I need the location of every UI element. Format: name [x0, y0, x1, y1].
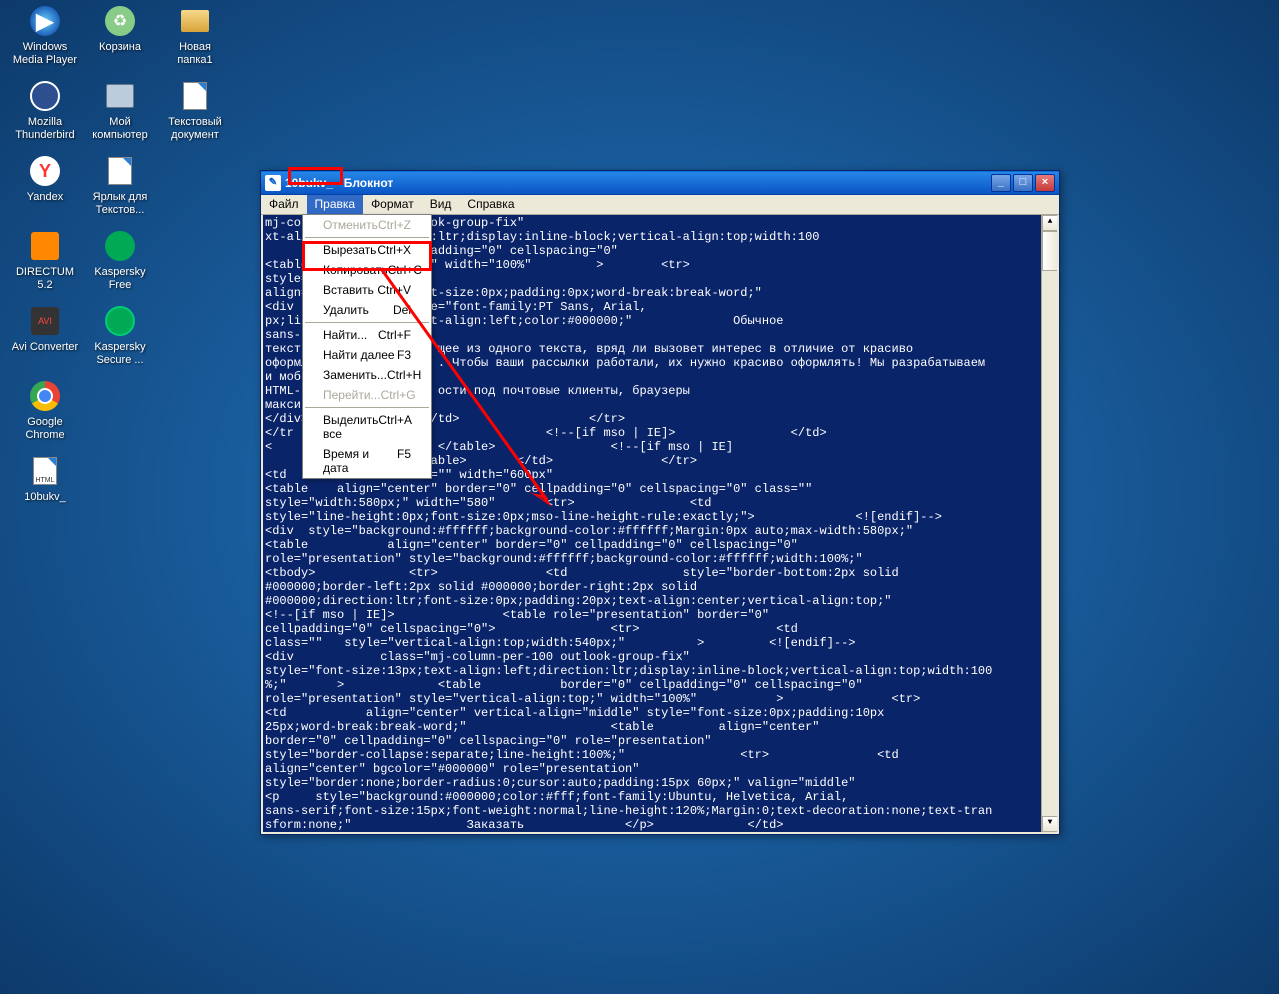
- delete-shortcut: Del: [393, 303, 411, 317]
- app-icon: [29, 80, 61, 112]
- find-next-label: Найти далее: [323, 348, 395, 362]
- app-icon: [104, 155, 136, 187]
- desktop-icon-ярлык-для-текстов-[interactable]: Ярлык для Текстов...: [85, 155, 155, 217]
- edit-select-all[interactable]: Выделить все Ctrl+A: [303, 410, 431, 444]
- edit-undo[interactable]: Отменить Ctrl+Z: [303, 215, 431, 235]
- icon-label: Мой компьютер: [85, 116, 155, 142]
- menu-view[interactable]: Вид: [422, 195, 460, 214]
- menu-separator: [305, 237, 429, 238]
- menu-help[interactable]: Справка: [459, 195, 522, 214]
- paste-shortcut: Ctrl+V: [377, 283, 411, 297]
- edit-cut[interactable]: Вырезать Ctrl+X: [303, 240, 431, 260]
- icon-label: Ярлык для Текстов...: [85, 191, 155, 217]
- app-icon: HTML: [29, 455, 61, 487]
- desktop-icon-текстовый-документ[interactable]: Текстовый документ: [160, 80, 230, 142]
- menu-format[interactable]: Формат: [363, 195, 422, 214]
- cut-shortcut: Ctrl+X: [377, 243, 411, 257]
- app-icon: ▶: [29, 5, 61, 37]
- copy-label: Копировать: [323, 263, 388, 277]
- app-icon: [29, 230, 61, 262]
- desktop-icon-avi-converter[interactable]: AVI Avi Converter: [10, 305, 80, 354]
- desktop-icon-kaspersky-free[interactable]: Kaspersky Free: [85, 230, 155, 292]
- desktop-icon-windows-media-player[interactable]: ▶ Windows Media Player: [10, 5, 80, 67]
- app-icon: AVI: [29, 305, 61, 337]
- minimize-button[interactable]: _: [991, 174, 1011, 192]
- icon-label: Google Chrome: [10, 416, 80, 442]
- cut-label: Вырезать: [323, 243, 376, 257]
- icon-label: Yandex: [10, 191, 80, 204]
- edit-paste[interactable]: Вставить Ctrl+V: [303, 280, 431, 300]
- scroll-down-button[interactable]: ▼: [1042, 816, 1057, 832]
- desktop-icon-google-chrome[interactable]: Google Chrome: [10, 380, 80, 442]
- edit-copy[interactable]: Копировать Ctrl+C: [303, 260, 431, 280]
- edit-replace[interactable]: Заменить... Ctrl+H: [303, 365, 431, 385]
- select-all-shortcut: Ctrl+A: [378, 413, 412, 441]
- icon-label: Корзина: [85, 41, 155, 54]
- app-icon: ♻: [104, 5, 136, 37]
- desktop-icon-directum-5-2[interactable]: DIRECTUM 5.2: [10, 230, 80, 292]
- delete-label: Удалить: [323, 303, 369, 317]
- app-icon: [104, 230, 136, 262]
- desktop-icon-новая-папка1[interactable]: Новая папка1: [160, 5, 230, 67]
- maximize-button[interactable]: □: [1013, 174, 1033, 192]
- app-icon: [104, 80, 136, 112]
- find-label: Найти...: [323, 328, 367, 342]
- app-icon: Y: [29, 155, 61, 187]
- desktop-icon-10bukv-[interactable]: HTML 10bukv_: [10, 455, 80, 504]
- edit-goto[interactable]: Перейти... Ctrl+G: [303, 385, 431, 405]
- menu-separator: [305, 407, 429, 408]
- desktop-icon-yandex[interactable]: Y Yandex: [10, 155, 80, 204]
- menubar: Файл Правка Формат Вид Справка Отменить …: [261, 195, 1059, 215]
- edit-delete[interactable]: Удалить Del: [303, 300, 431, 320]
- titlebar-buttons: _ □ ×: [991, 174, 1055, 192]
- replace-shortcut: Ctrl+H: [387, 368, 421, 382]
- icon-label: 10bukv_: [10, 491, 80, 504]
- window-title: 10bukv_ - Блокнот: [285, 176, 991, 190]
- replace-label: Заменить...: [323, 368, 387, 382]
- copy-shortcut: Ctrl+C: [388, 263, 422, 277]
- icon-label: Avi Converter: [10, 341, 80, 354]
- paste-label: Вставить: [323, 283, 374, 297]
- undo-label: Отменить: [323, 218, 378, 232]
- desktop-icon-корзина[interactable]: ♻ Корзина: [85, 5, 155, 54]
- desktop-icon-mozilla-thunderbird[interactable]: Mozilla Thunderbird: [10, 80, 80, 142]
- icon-label: Новая папка1: [160, 41, 230, 67]
- find-shortcut: Ctrl+F: [378, 328, 411, 342]
- menu-file[interactable]: Файл: [261, 195, 307, 214]
- notepad-icon: ✎: [265, 175, 281, 191]
- select-all-label: Выделить все: [323, 413, 378, 441]
- edit-find-next[interactable]: Найти далее F3: [303, 345, 431, 365]
- notepad-window: ✎ 10bukv_ - Блокнот _ □ × Файл Правка Фо…: [260, 170, 1060, 835]
- goto-shortcut: Ctrl+G: [381, 388, 416, 402]
- goto-label: Перейти...: [323, 388, 381, 402]
- edit-dropdown: Отменить Ctrl+Z Вырезать Ctrl+X Копирова…: [302, 214, 432, 479]
- edit-find[interactable]: Найти... Ctrl+F: [303, 325, 431, 345]
- edit-datetime[interactable]: Время и дата F5: [303, 444, 431, 478]
- app-icon: [29, 380, 61, 412]
- icon-label: Текстовый документ: [160, 116, 230, 142]
- scroll-thumb[interactable]: [1042, 231, 1057, 271]
- undo-shortcut: Ctrl+Z: [378, 218, 411, 232]
- close-button[interactable]: ×: [1035, 174, 1055, 192]
- desktop-icon-kaspersky-secure-[interactable]: Kaspersky Secure ...: [85, 305, 155, 367]
- vertical-scrollbar[interactable]: ▲ ▼: [1041, 215, 1057, 832]
- icon-label: Windows Media Player: [10, 41, 80, 67]
- menu-separator: [305, 322, 429, 323]
- scroll-up-button[interactable]: ▲: [1042, 215, 1057, 231]
- find-next-shortcut: F3: [397, 348, 411, 362]
- menu-edit[interactable]: Правка: [307, 195, 364, 214]
- desktop-icon-мой-компьютер[interactable]: Мой компьютер: [85, 80, 155, 142]
- app-icon: [179, 5, 211, 37]
- icon-label: Kaspersky Secure ...: [85, 341, 155, 367]
- datetime-shortcut: F5: [397, 447, 411, 475]
- app-icon: [179, 80, 211, 112]
- icon-label: Mozilla Thunderbird: [10, 116, 80, 142]
- icon-label: DIRECTUM 5.2: [10, 266, 80, 292]
- app-icon: [104, 305, 136, 337]
- titlebar[interactable]: ✎ 10bukv_ - Блокнот _ □ ×: [261, 171, 1059, 195]
- icon-label: Kaspersky Free: [85, 266, 155, 292]
- datetime-label: Время и дата: [323, 447, 397, 475]
